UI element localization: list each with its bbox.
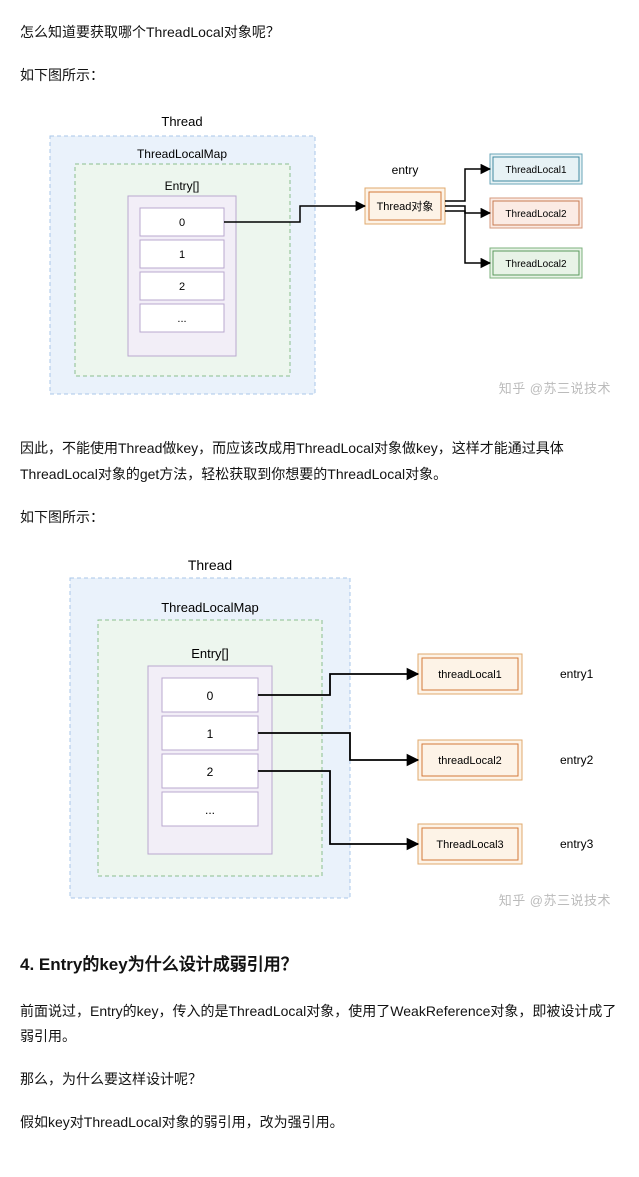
threadlocal-1: threadLocal1	[418, 654, 522, 694]
heading-4: 4. Entry的key为什么设计成弱引用？	[20, 950, 619, 981]
thread-label: Thread	[188, 557, 232, 573]
svg-text:...: ...	[177, 313, 186, 325]
entry-label-3: entry3	[560, 837, 594, 851]
diagram-1: Thread ThreadLocalMap Entry[] 0 1 2 ... …	[20, 106, 619, 406]
svg-text:ThreadLocal3: ThreadLocal3	[436, 839, 503, 851]
svg-text:ThreadLocal1: ThreadLocal1	[505, 165, 567, 176]
diagram-2: Thread ThreadLocalMap Entry[] 0 1 2 ... …	[20, 548, 619, 918]
svg-text:threadLocal2: threadLocal2	[438, 755, 502, 767]
svg-text:2: 2	[207, 765, 214, 779]
svg-text:1: 1	[207, 727, 214, 741]
map-label: ThreadLocalMap	[161, 600, 259, 615]
watermark: 知乎 @苏三说技术	[499, 889, 611, 912]
entry-array-label: Entry[]	[165, 179, 200, 193]
entry-label-2: entry2	[560, 753, 594, 767]
thread-label: Thread	[161, 114, 202, 129]
watermark: 知乎 @苏三说技术	[499, 377, 611, 400]
svg-text:1: 1	[179, 249, 185, 261]
paragraph: 假如key对ThreadLocal对象的弱引用，改为强引用。	[20, 1110, 619, 1135]
entry-array-label: Entry[]	[191, 646, 229, 661]
paragraph: 如下图所示：	[20, 63, 619, 88]
paragraph: 前面说过，Entry的key，传入的是ThreadLocal对象，使用了Weak…	[20, 999, 619, 1049]
threadlocal-2: threadLocal2	[418, 740, 522, 780]
entry-label-1: entry1	[560, 667, 594, 681]
paragraph: 如下图所示：	[20, 505, 619, 530]
threadlocal-3: ThreadLocal3	[418, 824, 522, 864]
svg-text:0: 0	[207, 689, 214, 703]
paragraph: 那么，为什么要这样设计呢？	[20, 1067, 619, 1092]
svg-text:threadLocal1: threadLocal1	[438, 669, 502, 681]
svg-text:0: 0	[179, 217, 185, 229]
svg-text:...: ...	[205, 803, 215, 817]
paragraph: 因此，不能使用Thread做key，而应该改成用ThreadLocal对象做ke…	[20, 436, 619, 486]
entry-label: entry	[392, 163, 419, 177]
threadlocal-3: ThreadLocal2	[490, 248, 582, 278]
diagram-image: Thread ThreadLocalMap Entry[] 0 1 2 ... …	[20, 106, 590, 406]
diagram-image: Thread ThreadLocalMap Entry[] 0 1 2 ... …	[20, 548, 610, 918]
paragraph: 怎么知道要获取哪个ThreadLocal对象呢？	[20, 20, 619, 45]
svg-text:2: 2	[179, 281, 185, 293]
entry-box-label: Thread对象	[377, 199, 434, 213]
svg-text:ThreadLocal2: ThreadLocal2	[505, 259, 567, 270]
threadlocal-1: ThreadLocal1	[490, 154, 582, 184]
threadlocal-2: ThreadLocal2	[490, 198, 582, 228]
svg-text:ThreadLocal2: ThreadLocal2	[505, 209, 567, 220]
map-label: ThreadLocalMap	[137, 147, 227, 161]
